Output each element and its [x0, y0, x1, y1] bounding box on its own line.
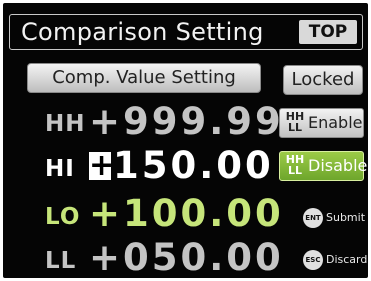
comp-value-setting-button[interactable]: Comp. Value Setting: [27, 63, 261, 93]
hh-label: HH: [45, 111, 86, 137]
lo-value[interactable]: +100.00: [89, 194, 284, 234]
page-title: Comparison Setting: [21, 18, 264, 46]
discard-label: Discard: [326, 253, 368, 266]
hi-label: HI: [45, 156, 75, 182]
lo-label: LO: [45, 204, 81, 230]
locked-button[interactable]: Locked: [283, 65, 363, 95]
disable-button[interactable]: HH LL Disable: [279, 151, 368, 181]
top-button[interactable]: TOP: [299, 20, 357, 44]
hh-value[interactable]: +999.99: [89, 102, 284, 142]
ent-key-icon[interactable]: ENT: [303, 208, 323, 228]
submit-label: Submit: [326, 211, 366, 224]
enable-button[interactable]: HH LL Enable: [279, 108, 364, 138]
esc-key-icon[interactable]: ESC: [303, 250, 323, 270]
hi-value-digits: 150.00: [113, 144, 274, 187]
disable-label: Disable: [308, 156, 368, 175]
ll-label: LL: [45, 248, 77, 274]
enable-label: Enable: [308, 113, 363, 132]
hhll-icon: HH LL: [285, 153, 305, 177]
edit-cursor: +: [89, 148, 115, 183]
ll-value[interactable]: +050.00: [89, 238, 284, 278]
device-screen: Comparison Setting TOP Comp. Value Setti…: [3, 3, 368, 278]
hhll-icon: HH LL: [285, 110, 305, 134]
hi-value[interactable]: +150.00: [89, 146, 274, 186]
